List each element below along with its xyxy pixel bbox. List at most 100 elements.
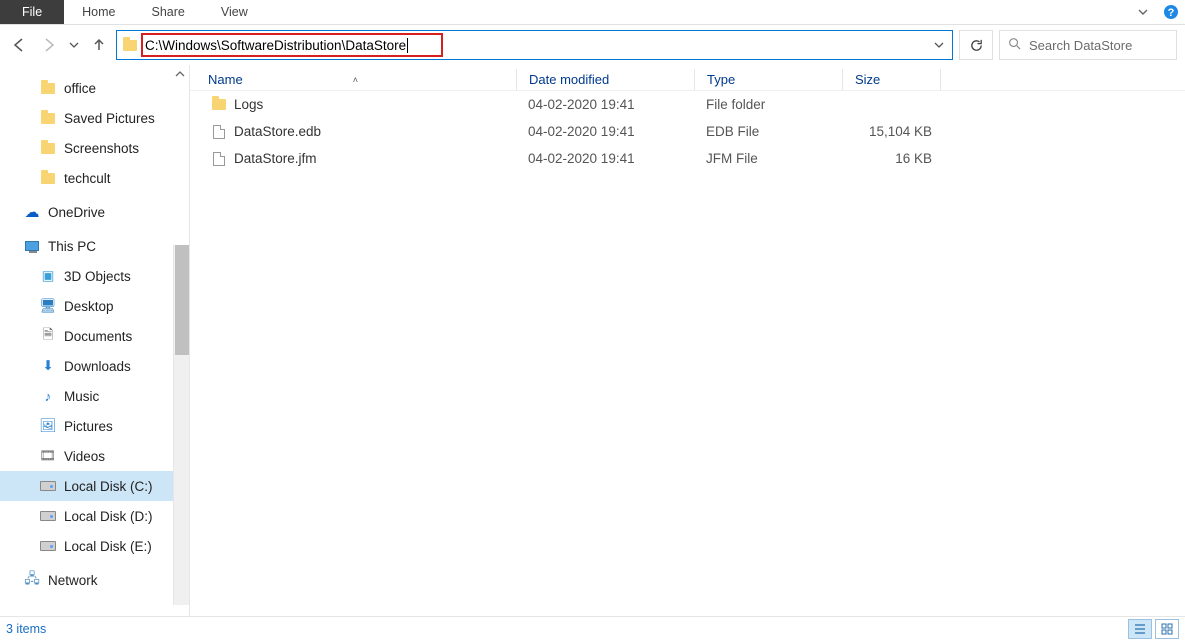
scrollbar-thumb[interactable] [175,245,189,355]
arrow-right-icon [41,37,57,53]
videos-icon: 🎞 [38,448,58,464]
refresh-icon [969,38,984,53]
sidebar-item-label: Local Disk (E:) [64,539,152,554]
sidebar-item-label: Documents [64,329,132,344]
documents-icon: 🗎 [38,328,58,344]
sidebar-item-local-disk-d[interactable]: Local Disk (D:) [0,501,189,531]
column-label: Date modified [529,72,609,87]
drive-icon [38,478,58,494]
search-icon [1008,37,1021,53]
sidebar-item-pictures[interactable]: 🖼 Pictures [0,411,189,441]
3d-objects-icon: ▣ [38,268,58,284]
column-headers: Name˄ Date modified Type Size [190,65,1185,91]
refresh-button[interactable] [959,30,993,60]
search-input[interactable]: Search DataStore [999,30,1177,60]
column-type[interactable]: Type [694,69,842,90]
cloud-icon: ☁ [22,204,42,220]
sidebar-item-label: Network [48,573,98,588]
sidebar-item-network[interactable]: 🖧 Network [0,565,189,595]
help-button[interactable]: ? [1157,0,1185,24]
sidebar-item-downloads[interactable]: ⬇ Downloads [0,351,189,381]
arrow-up-icon [91,37,107,53]
sidebar-item-label: OneDrive [48,205,105,220]
file-icon [213,125,225,139]
nav-up-button[interactable] [86,31,112,59]
sidebar-item-label: 3D Objects [64,269,131,284]
view-thumbnails-button[interactable] [1155,619,1179,639]
tab-view[interactable]: View [203,0,266,24]
sidebar-item-label: Music [64,389,99,404]
file-name: DataStore.edb [234,124,321,139]
chevron-down-icon [934,40,944,50]
column-size[interactable]: Size [842,69,940,90]
scroll-up-button[interactable] [173,69,187,82]
folder-icon [119,40,141,51]
file-row[interactable]: DataStore.jfm04-02-2020 19:41JFM File16 … [190,145,1185,172]
sidebar-item-onedrive[interactable]: ☁ OneDrive [0,197,189,227]
sidebar-item-label: Screenshots [64,141,139,156]
sidebar-item-desktop[interactable]: 🖥 Desktop [0,291,189,321]
nav-back-button[interactable] [6,31,32,59]
sidebar-item-this-pc[interactable]: This PC [0,231,189,261]
file-type: File folder [694,97,842,112]
sidebar-item-label: Downloads [64,359,131,374]
sidebar-item-label: office [64,81,96,96]
sidebar-item-techcult[interactable]: techcult [0,163,189,193]
view-details-button[interactable] [1128,619,1152,639]
sidebar-item-music[interactable]: ♪ Music [0,381,189,411]
file-type: EDB File [694,124,842,139]
sidebar-item-local-disk-c[interactable]: Local Disk (C:) [0,471,189,501]
svg-text:?: ? [1168,7,1175,19]
sidebar-item-saved-pictures[interactable]: Saved Pictures [0,103,189,133]
network-icon: 🖧 [22,572,42,588]
sidebar-scrollbar[interactable] [173,245,189,605]
details-view-icon [1134,623,1146,635]
sidebar-item-office[interactable]: office [0,73,189,103]
pictures-icon: 🖼 [38,418,58,434]
column-date-modified[interactable]: Date modified [516,69,694,90]
pc-icon [22,238,42,254]
sidebar-item-label: This PC [48,239,96,254]
sidebar-item-label: Local Disk (C:) [64,479,153,494]
sidebar-item-documents[interactable]: 🗎 Documents [0,321,189,351]
sidebar-item-screenshots[interactable]: Screenshots [0,133,189,163]
desktop-icon: 🖥 [38,298,58,314]
column-label: Type [707,72,735,87]
sidebar-item-label: Pictures [64,419,113,434]
column-label: Size [855,72,880,87]
file-row[interactable]: DataStore.edb04-02-2020 19:41EDB File15,… [190,118,1185,145]
drive-icon [38,538,58,554]
sidebar-item-3d-objects[interactable]: ▣ 3D Objects [0,261,189,291]
nav-history-button[interactable] [66,31,82,59]
ribbon-collapse-button[interactable] [1129,0,1157,24]
sidebar-item-videos[interactable]: 🎞Videos [0,441,189,471]
thumbnails-view-icon [1161,623,1173,635]
file-row[interactable]: Logs 04-02-2020 19:41File folder [190,91,1185,118]
column-extra[interactable] [940,69,980,90]
tab-file[interactable]: File [0,0,64,24]
help-icon: ? [1163,4,1179,20]
address-text[interactable]: C:\Windows\SoftwareDistribution\DataStor… [145,38,408,53]
nav-toolbar: C:\Windows\SoftwareDistribution\DataStor… [0,25,1185,65]
file-size: 16 KB [842,151,940,166]
sidebar-item-local-disk-e[interactable]: Local Disk (E:) [0,531,189,561]
search-placeholder: Search DataStore [1029,38,1132,53]
sidebar-item-label: Desktop [64,299,114,314]
navigation-pane: office Saved Pictures Screenshots techcu… [0,65,190,616]
file-date: 04-02-2020 19:41 [516,97,694,112]
nav-forward-button[interactable] [36,31,62,59]
sidebar-item-label: Saved Pictures [64,111,155,126]
tab-share[interactable]: Share [134,0,203,24]
sidebar-item-label: techcult [64,171,111,186]
chevron-down-icon [69,40,79,50]
tab-home[interactable]: Home [64,0,133,24]
address-bar[interactable]: C:\Windows\SoftwareDistribution\DataStor… [116,30,953,60]
address-dropdown-button[interactable] [926,40,952,50]
downloads-icon: ⬇ [38,358,58,374]
arrow-left-icon [11,37,27,53]
status-item-count: 3 items [6,622,46,636]
column-name[interactable]: Name˄ [190,69,516,90]
file-name: Logs [234,97,263,112]
music-icon: ♪ [38,388,58,404]
sort-indicator-icon: ˄ [353,75,358,85]
